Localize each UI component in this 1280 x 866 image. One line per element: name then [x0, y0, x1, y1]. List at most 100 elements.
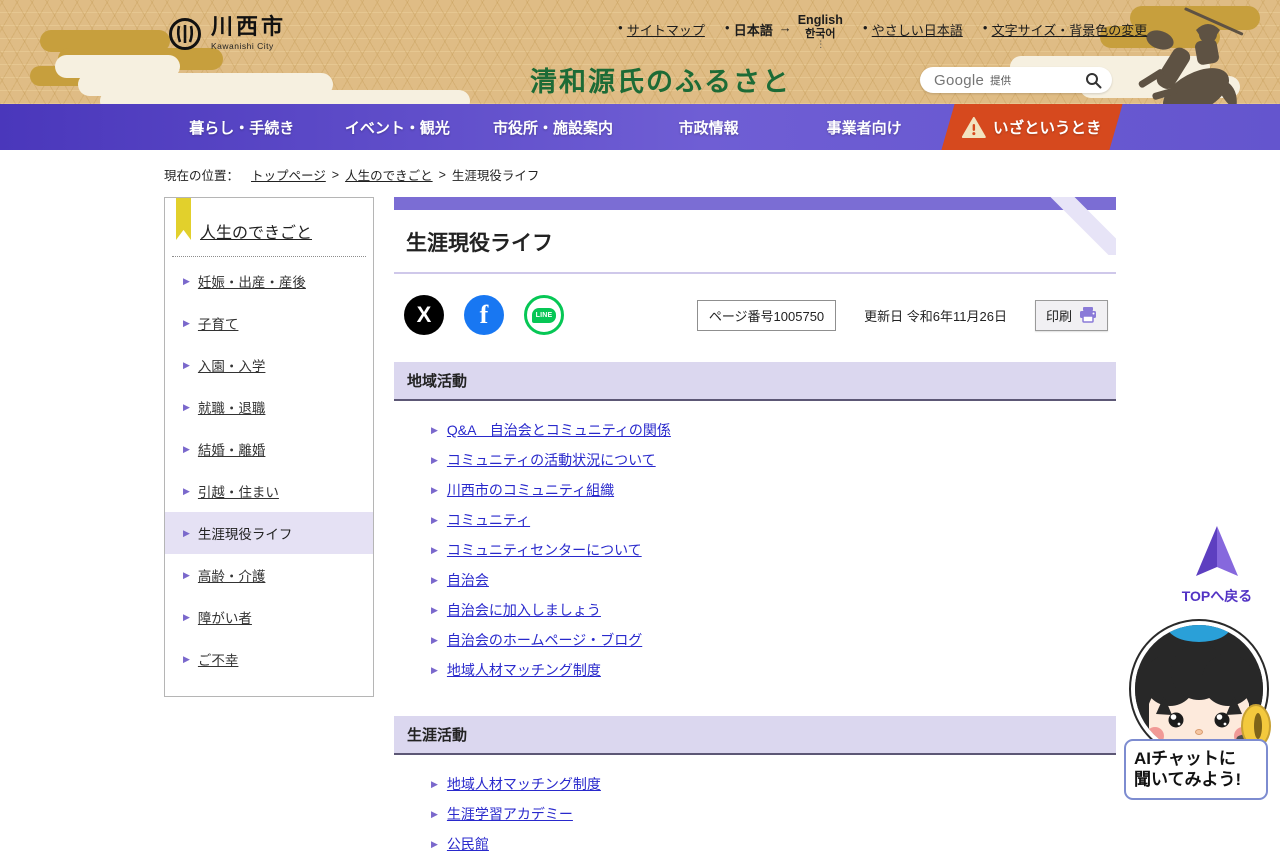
bullet-icon: ● — [618, 23, 623, 32]
triangle-icon: ▶ — [183, 653, 190, 664]
sidebar-item-employment[interactable]: ▶ 就職・退職 — [165, 386, 373, 428]
sidebar-item-school[interactable]: ▶ 入園・入学 — [165, 344, 373, 386]
social-share: X f LINE — [404, 295, 564, 335]
back-to-top-button[interactable]: TOPへ戻る — [1174, 526, 1260, 606]
triangle-icon: ▶ — [431, 545, 438, 555]
content-link[interactable]: 公民館 — [447, 836, 489, 853]
language-switcher[interactable]: ● 日本語 → English 한국어 ⋮ — [724, 13, 843, 50]
search-icon[interactable] — [1085, 72, 1102, 89]
content-link[interactable]: 生涯学習アカデミー — [447, 806, 573, 823]
city-crest-icon — [168, 17, 202, 51]
breadcrumb-separator: > — [438, 167, 446, 182]
language-current: 日本語 — [733, 23, 773, 38]
link-item: ▶ コミュニティセンターについて — [431, 542, 1116, 559]
content-link[interactable]: コミュニティ — [447, 512, 530, 529]
triangle-icon: ▶ — [183, 443, 190, 454]
triangle-icon: ▶ — [431, 575, 438, 585]
nav-item-business[interactable]: 事業者向け — [786, 104, 942, 150]
triangle-icon: ▶ — [431, 455, 438, 465]
content-link[interactable]: 川西市のコミュニティ組織 — [447, 482, 614, 499]
link-item: ▶ 地域人材マッチング制度 — [431, 662, 1116, 679]
triangle-icon: ▶ — [183, 359, 190, 370]
content-link[interactable]: 地域人材マッチング制度 — [447, 776, 601, 793]
sidebar-item-elderly[interactable]: ▶ 高齢・介護 — [165, 554, 373, 596]
link-item: ▶ コミュニティ — [431, 512, 1116, 529]
content-link[interactable]: 地域人材マッチング制度 — [447, 662, 601, 679]
section-lifelong-activities: 生涯活動 ▶ 地域人材マッチング制度 ▶ 生涯学習アカデミー ▶ 公民館 — [394, 716, 1116, 853]
page-title: 生涯現役ライフ — [406, 232, 553, 255]
content-link[interactable]: Q&A 自治会とコミュニティの関係 — [447, 422, 671, 439]
triangle-icon: ▶ — [183, 485, 190, 496]
bullet-icon: ● — [724, 23, 730, 32]
divider — [172, 256, 366, 257]
sidebar-item-childcare[interactable]: ▶ 子育て — [165, 302, 373, 344]
print-button[interactable]: 印刷 — [1034, 299, 1108, 331]
sitemap-link[interactable]: ● サイトマップ — [618, 20, 705, 39]
facebook-share-icon[interactable]: f — [464, 295, 504, 335]
breadcrumb: 現在の位置： トップページ > 人生のできごと > 生涯現役ライフ — [164, 165, 1116, 184]
sidebar-item-disability[interactable]: ▶ 障がい者 — [165, 596, 373, 638]
triangle-icon: ▶ — [183, 275, 190, 286]
breadcrumb-life-events[interactable]: 人生のできごと — [345, 165, 433, 184]
pyramid-up-icon — [1196, 526, 1238, 576]
line-share-icon[interactable]: LINE — [524, 295, 564, 335]
breadcrumb-label: 現在の位置： — [164, 169, 240, 183]
arrow-right-icon: → — [778, 20, 792, 35]
breadcrumb-separator: > — [331, 167, 340, 182]
triangle-icon: ▶ — [183, 611, 190, 622]
triangle-icon: ▶ — [183, 317, 190, 328]
link-item: ▶ 自治会 — [431, 572, 1116, 589]
bookmark-ribbon-icon — [176, 198, 191, 240]
link-item: ▶ 川西市のコミュニティ組織 — [431, 482, 1116, 499]
content-link[interactable]: 自治会のホームページ・ブログ — [447, 632, 642, 649]
nav-item-cityhall[interactable]: 市役所・施設案内 — [475, 104, 631, 150]
site-header: 川西市 Kawanishi City ● サイトマップ ● 日本語 → Engl… — [0, 0, 1280, 104]
link-item: ▶ コミュニティの活動状況について — [431, 452, 1116, 469]
city-name-en: Kawanishi City — [211, 41, 274, 51]
page-meta-row: X f LINE ページ番号1005750 更新日 令和6年11月26日 印刷 — [394, 295, 1116, 335]
sidebar-item-marriage[interactable]: ▶ 結婚・離婚 — [165, 428, 373, 470]
link-item: ▶ 地域人材マッチング制度 — [431, 776, 1116, 793]
google-logo: Google — [934, 71, 985, 89]
nav-item-emergency[interactable]: いざというとき — [941, 104, 1123, 150]
site-tagline: 清和源氏のふるさと — [530, 67, 791, 98]
language-options[interactable]: English 한국어 ⋮ — [798, 13, 843, 50]
triangle-icon: ▶ — [431, 515, 438, 525]
search-input[interactable]: Google 提供 — [920, 67, 1112, 93]
content-link[interactable]: 自治会に加入しましょう — [447, 602, 601, 619]
ai-chat-label: AIチャットに 聞いてみよう! — [1124, 739, 1268, 800]
triangle-icon: ▶ — [431, 635, 438, 645]
section-heading: 地域活動 — [394, 362, 1116, 401]
content-link[interactable]: コミュニティセンターについて — [447, 542, 642, 559]
sidebar-item-moving[interactable]: ▶ 引越・住まい — [165, 470, 373, 512]
link-item: ▶ 生涯学習アカデミー — [431, 806, 1116, 823]
sidebar-item-bereavement[interactable]: ▶ ご不幸 — [165, 638, 373, 680]
triangle-icon: ▶ — [431, 779, 438, 789]
title-accent-bar — [394, 197, 1116, 210]
city-logo[interactable]: 川西市 Kawanishi City — [168, 16, 286, 51]
breadcrumb-current: 生涯現役ライフ — [451, 169, 540, 183]
text-size-link[interactable]: ● 文字サイズ・背景色の変更 — [983, 20, 1147, 39]
ai-chat-mascot-button[interactable]: AIチャットに 聞いてみよう! — [1124, 614, 1274, 800]
x-share-icon[interactable]: X — [404, 295, 444, 335]
more-dots-icon: ⋮ — [816, 38, 825, 49]
nav-item-cityinfo[interactable]: 市政情報 — [631, 104, 787, 150]
nav-item-events[interactable]: イベント・観光 — [320, 104, 476, 150]
triangle-icon: ▶ — [431, 839, 438, 849]
updated-date: 更新日 令和6年11月26日 — [864, 308, 1007, 324]
content-link[interactable]: コミュニティの活動状況について — [447, 452, 656, 469]
triangle-icon: ▶ — [431, 605, 438, 615]
link-item: ▶ 自治会に加入しましょう — [431, 602, 1116, 619]
nav-item-living[interactable]: 暮らし・手続き — [164, 104, 320, 150]
triangle-icon: ▶ — [431, 809, 438, 819]
breadcrumb-home[interactable]: トップページ — [251, 165, 326, 184]
city-name: 川西市 — [211, 14, 287, 39]
easy-japanese-link[interactable]: ● やさしい日本語 — [863, 20, 963, 39]
section-heading: 生涯活動 — [394, 716, 1116, 755]
triangle-icon: ▶ — [431, 665, 438, 675]
sidebar-item-pregnancy[interactable]: ▶ 妊娠・出産・産後 — [165, 260, 373, 302]
triangle-icon: ▶ — [183, 401, 190, 412]
triangle-icon: ▶ — [431, 425, 438, 435]
samurai-statue-image — [1124, 0, 1246, 104]
content-link[interactable]: 自治会 — [447, 572, 489, 589]
